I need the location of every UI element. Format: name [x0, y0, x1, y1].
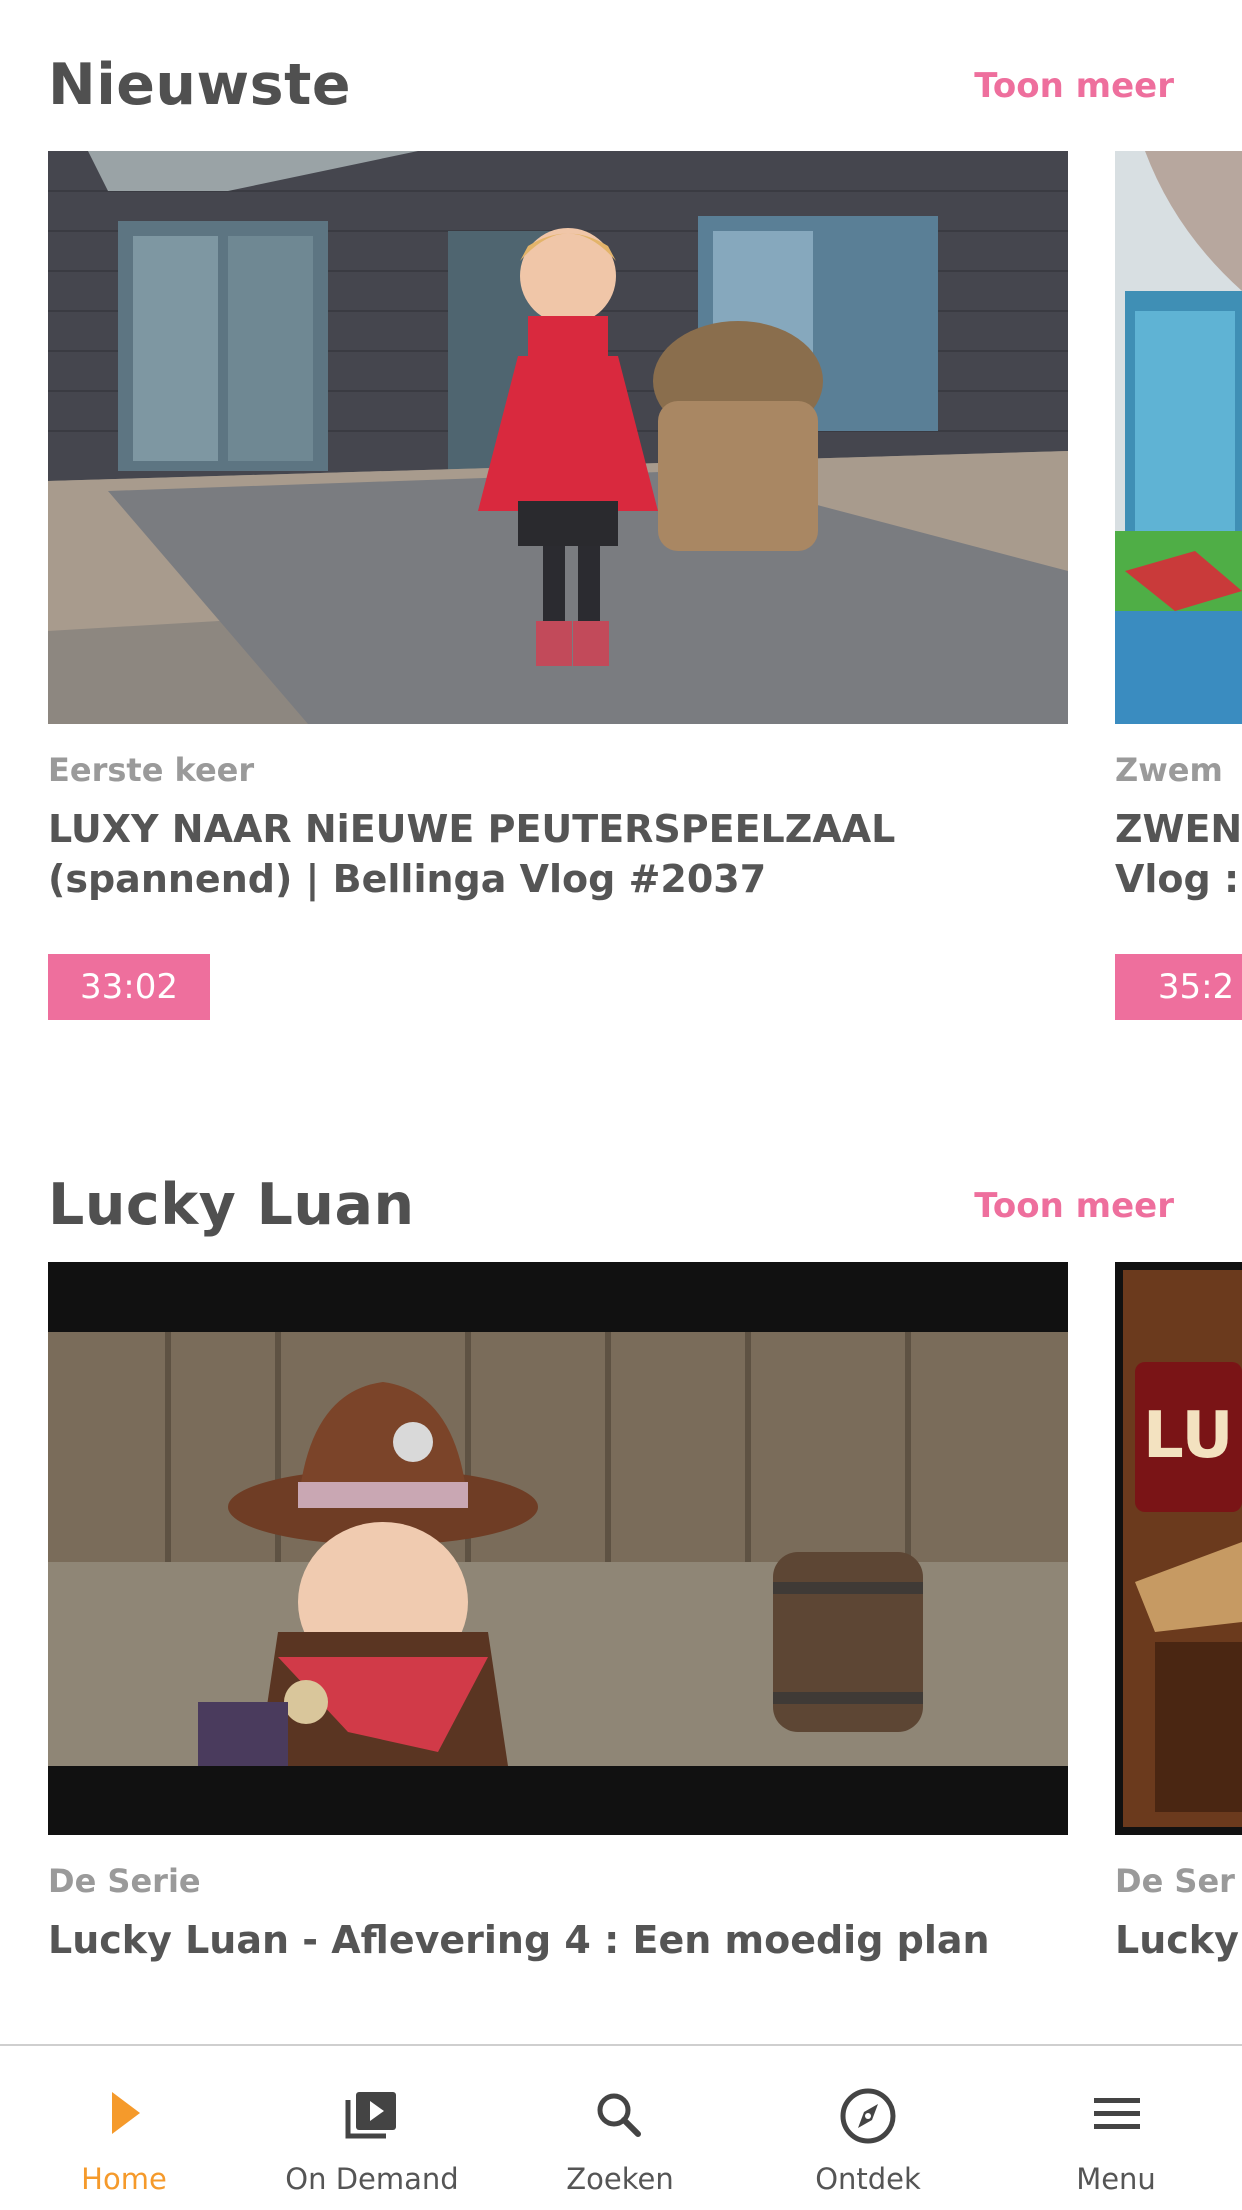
search-icon [597, 2093, 641, 2137]
video-kicker: Zwem [1115, 751, 1223, 789]
tab-label: Home [81, 2162, 167, 2196]
section-lucky-luan: Lucky Luan Toon meer De Serie Lucky Luan… [0, 1130, 1242, 2044]
video-card[interactable]: Zwem ZWEN Vlog : 35:2 [1115, 151, 1242, 1051]
compass-icon [840, 2088, 896, 2144]
video-thumbnail[interactable] [48, 1262, 1068, 1835]
video-kicker: De Serie [48, 1862, 201, 1900]
section-nieuwste: Nieuwste Toon meer Eerste keer LUXY NAAR… [0, 0, 1242, 1120]
video-card[interactable]: De Serie Lucky Luan - Aflevering 4 : Een… [48, 1262, 1068, 2042]
video-title-line-1: LUXY NAAR NiEUWE PEUTERSPEELZAAL [48, 807, 896, 851]
show-more-link[interactable]: Toon meer [974, 1186, 1174, 1226]
video-card[interactable]: Eerste keer LUXY NAAR NiEUWE PEUTERSPEEL… [48, 151, 1068, 1051]
video-title-line-1: Lucky Luan - Aflevering 4 : Een moedig p… [48, 1918, 990, 1962]
video-thumbnail[interactable] [48, 151, 1068, 724]
tab-label: Zoeken [566, 2162, 674, 2196]
video-thumbnail[interactable]: LU [1115, 1262, 1242, 1835]
video-kicker: Eerste keer [48, 751, 255, 789]
tab-menu[interactable]: Menu [992, 2046, 1240, 2210]
play-icon [112, 2092, 140, 2134]
hamburger-menu-icon [1094, 2098, 1140, 2129]
tab-zoeken[interactable]: Zoeken [496, 2046, 744, 2210]
video-title-line-2: (spannend) | Bellinga Vlog #2037 [48, 857, 767, 901]
tab-label: On Demand [285, 2162, 459, 2196]
video-thumbnail[interactable] [1115, 151, 1242, 724]
show-more-link[interactable]: Toon meer [974, 66, 1174, 106]
video-title-line-1: ZWEN [1115, 807, 1242, 851]
tab-ontdek[interactable]: Ontdek [744, 2046, 992, 2210]
video-kicker: De Ser [1115, 1862, 1235, 1900]
video-library-icon [345, 2092, 396, 2139]
video-title-line-2: Vlog : [1115, 857, 1240, 901]
tab-on-demand[interactable]: On Demand [248, 2046, 496, 2210]
svg-text:LU: LU [1143, 1399, 1233, 1473]
duration-badge: 33:02 [48, 954, 210, 1020]
tab-label: Ontdek [815, 2162, 921, 2196]
bottom-tab-bar: Home On Demand Zoeken Ontdek Menu [0, 2044, 1242, 2210]
video-title-line-1: Lucky [1115, 1918, 1239, 1962]
video-card[interactable]: LU De Ser Lucky [1115, 1262, 1242, 2042]
tab-label: Menu [1076, 2162, 1156, 2196]
tab-home[interactable]: Home [0, 2046, 248, 2210]
section-title: Lucky Luan [48, 1172, 415, 1238]
duration-badge: 35:2 [1115, 954, 1242, 1020]
section-title: Nieuwste [48, 52, 351, 118]
